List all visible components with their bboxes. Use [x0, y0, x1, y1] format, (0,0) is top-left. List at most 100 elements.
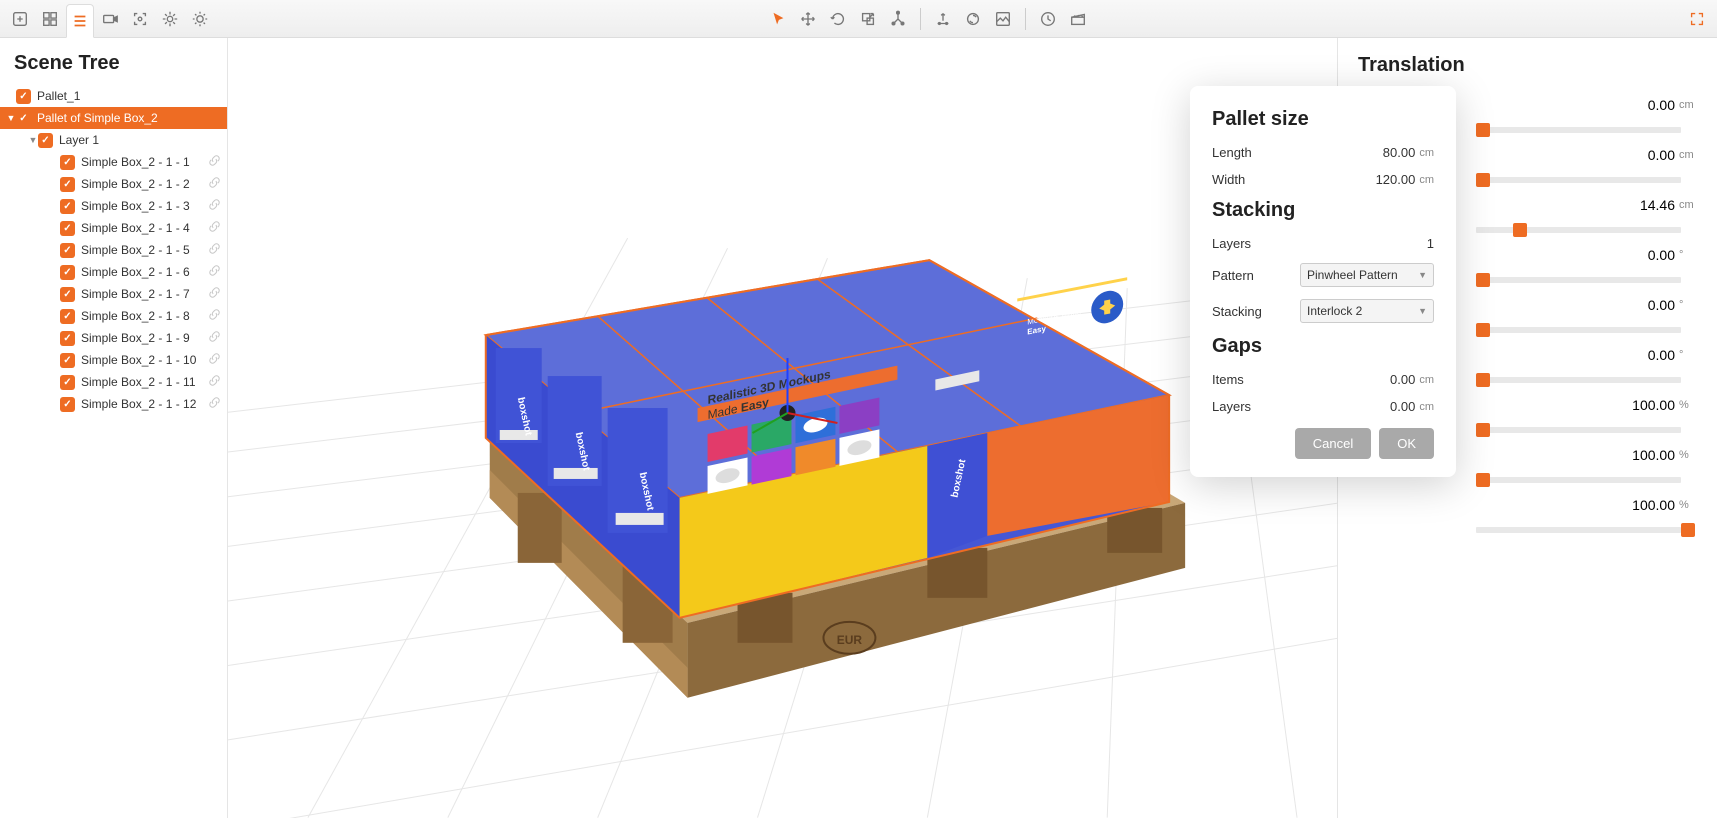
- layers-value[interactable]: 1: [1427, 236, 1434, 251]
- visibility-checkbox[interactable]: [60, 353, 75, 368]
- scene-tree-panel: Scene Tree Pallet_1▼Pallet of Simple Box…: [0, 38, 228, 818]
- viewport-3d[interactable]: EPAL EUR boxshot boxshot: [228, 38, 1337, 818]
- tree-item[interactable]: ▼ Layer 1: [0, 129, 227, 151]
- prop-slider[interactable]: [1476, 527, 1681, 533]
- visibility-checkbox[interactable]: [38, 133, 53, 148]
- tree-item[interactable]: Simple Box_2 - 1 - 5: [0, 239, 227, 261]
- prop-slider[interactable]: [1476, 327, 1681, 333]
- tree-item[interactable]: Simple Box_2 - 1 - 12: [0, 393, 227, 415]
- scale-icon[interactable]: [854, 5, 882, 33]
- prop-value[interactable]: 0.00: [1605, 297, 1675, 313]
- prop-unit: %: [1679, 449, 1701, 461]
- tree-item[interactable]: Simple Box_2 - 1 - 3: [0, 195, 227, 217]
- link-icon[interactable]: [208, 308, 221, 324]
- prop-slider[interactable]: [1476, 377, 1681, 383]
- tree-item[interactable]: Simple Box_2 - 1 - 4: [0, 217, 227, 239]
- tree-item[interactable]: Simple Box_2 - 1 - 2: [0, 173, 227, 195]
- prop-value[interactable]: 0.00: [1605, 97, 1675, 113]
- visibility-checkbox[interactable]: [60, 155, 75, 170]
- tree-item-label: Simple Box_2 - 1 - 1: [81, 155, 190, 169]
- visibility-checkbox[interactable]: [60, 309, 75, 324]
- visibility-checkbox[interactable]: [16, 89, 31, 104]
- visibility-checkbox[interactable]: [60, 243, 75, 258]
- prop-value[interactable]: 100.00: [1605, 447, 1675, 463]
- visibility-checkbox[interactable]: [60, 265, 75, 280]
- visibility-checkbox[interactable]: [60, 221, 75, 236]
- prop-value[interactable]: 100.00: [1605, 497, 1675, 513]
- scene-tree-title: Scene Tree: [0, 38, 227, 85]
- gear-icon[interactable]: [156, 5, 184, 33]
- tree-item[interactable]: Pallet_1: [0, 85, 227, 107]
- prop-value[interactable]: 14.46: [1605, 197, 1675, 213]
- tree-twist-icon[interactable]: ▼: [6, 113, 16, 123]
- tree-twist-icon[interactable]: ▼: [28, 135, 38, 145]
- prop-value[interactable]: 0.00: [1605, 147, 1675, 163]
- prop-value[interactable]: 100.00: [1605, 397, 1675, 413]
- gap-items-value[interactable]: 0.00: [1390, 372, 1415, 387]
- link-icon[interactable]: [208, 176, 221, 192]
- tree-item[interactable]: Simple Box_2 - 1 - 9: [0, 327, 227, 349]
- move-icon[interactable]: [794, 5, 822, 33]
- cancel-button[interactable]: Cancel: [1295, 428, 1371, 459]
- link-icon[interactable]: [208, 264, 221, 280]
- ok-button[interactable]: OK: [1379, 428, 1434, 459]
- prop-value[interactable]: 0.00: [1605, 247, 1675, 263]
- length-value[interactable]: 80.00: [1383, 145, 1416, 160]
- floor-icon[interactable]: [929, 5, 957, 33]
- link-icon[interactable]: [208, 220, 221, 236]
- link-icon[interactable]: [208, 286, 221, 302]
- prop-slider[interactable]: [1476, 127, 1681, 133]
- chevron-down-icon: ▼: [1418, 306, 1427, 316]
- link-icon[interactable]: [208, 154, 221, 170]
- width-label: Width: [1212, 172, 1376, 187]
- link-icon[interactable]: [208, 396, 221, 412]
- fullscreen-icon[interactable]: [1683, 5, 1711, 33]
- visibility-checkbox[interactable]: [60, 375, 75, 390]
- prop-slider[interactable]: [1476, 427, 1681, 433]
- tree-item[interactable]: Simple Box_2 - 1 - 1: [0, 151, 227, 173]
- tree-item[interactable]: Simple Box_2 - 1 - 10: [0, 349, 227, 371]
- visibility-checkbox[interactable]: [60, 199, 75, 214]
- clock-icon[interactable]: [1034, 5, 1062, 33]
- prop-slider[interactable]: [1476, 477, 1681, 483]
- visibility-checkbox[interactable]: [60, 177, 75, 192]
- link-icon[interactable]: [208, 352, 221, 368]
- gap-layers-value[interactable]: 0.00: [1390, 399, 1415, 414]
- recycle-icon[interactable]: [959, 5, 987, 33]
- clapper-icon[interactable]: [1064, 5, 1092, 33]
- sun-icon[interactable]: [186, 5, 214, 33]
- tree-item[interactable]: ▼Pallet of Simple Box_2: [0, 107, 227, 129]
- prop-slider[interactable]: [1476, 227, 1681, 233]
- tree-item-label: Simple Box_2 - 1 - 9: [81, 331, 190, 345]
- tree-item-label: Simple Box_2 - 1 - 10: [81, 353, 196, 367]
- link-icon[interactable]: [208, 330, 221, 346]
- tree-item[interactable]: Simple Box_2 - 1 - 6: [0, 261, 227, 283]
- visibility-checkbox[interactable]: [60, 397, 75, 412]
- add-icon[interactable]: [6, 5, 34, 33]
- camera-icon[interactable]: [96, 5, 124, 33]
- visibility-checkbox[interactable]: [60, 331, 75, 346]
- width-value[interactable]: 120.00: [1376, 172, 1416, 187]
- prop-value[interactable]: 0.00: [1605, 347, 1675, 363]
- pivot-icon[interactable]: [884, 5, 912, 33]
- tree-item[interactable]: Simple Box_2 - 1 - 8: [0, 305, 227, 327]
- pattern-select[interactable]: Pinwheel Pattern▼: [1300, 263, 1434, 287]
- prop-slider[interactable]: [1476, 277, 1681, 283]
- link-icon[interactable]: [208, 198, 221, 214]
- list-icon[interactable]: [66, 4, 94, 38]
- grid-icon[interactable]: [36, 5, 64, 33]
- link-icon[interactable]: [208, 374, 221, 390]
- rotate-icon[interactable]: [824, 5, 852, 33]
- cursor-icon[interactable]: [764, 5, 792, 33]
- focus-icon[interactable]: [126, 5, 154, 33]
- stacking-select[interactable]: Interlock 2▼: [1300, 299, 1434, 323]
- visibility-checkbox[interactable]: [16, 111, 31, 126]
- prop-unit: °: [1679, 349, 1701, 361]
- link-icon[interactable]: [208, 242, 221, 258]
- snapshot-icon[interactable]: [989, 5, 1017, 33]
- visibility-checkbox[interactable]: [60, 287, 75, 302]
- tree-item[interactable]: Simple Box_2 - 1 - 7: [0, 283, 227, 305]
- tree-item[interactable]: Simple Box_2 - 1 - 11: [0, 371, 227, 393]
- prop-slider[interactable]: [1476, 177, 1681, 183]
- tree-item-label: Layer 1: [59, 133, 99, 147]
